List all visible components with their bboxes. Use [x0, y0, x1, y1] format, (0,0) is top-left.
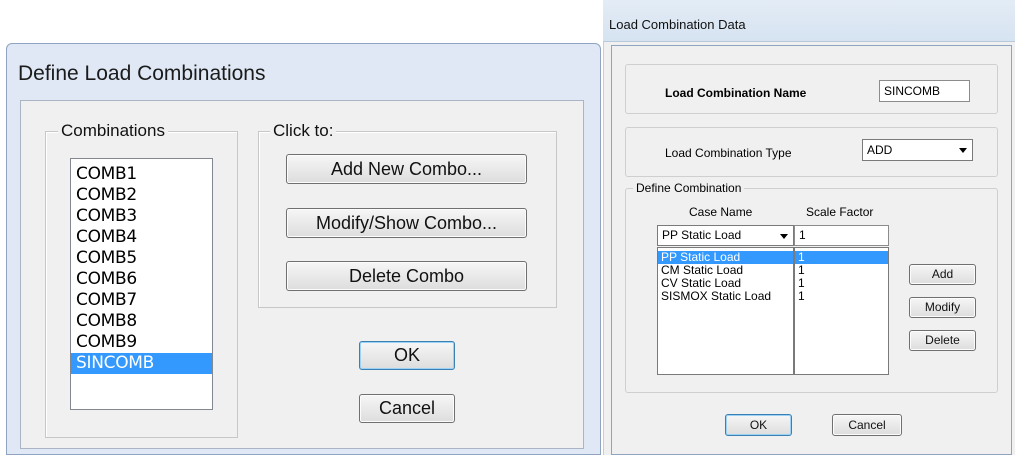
list-item[interactable]: COMB7 [71, 290, 212, 311]
list-item[interactable]: COMB9 [71, 332, 212, 353]
modify-button[interactable]: Modify [909, 297, 976, 318]
ok-button[interactable]: OK [725, 414, 792, 436]
list-item[interactable]: SISMOX Static Load [658, 290, 793, 303]
cancel-button[interactable]: Cancel [359, 394, 455, 423]
add-new-combo-button[interactable]: Add New Combo... [286, 154, 527, 184]
case-select-value: PP Static Load [662, 228, 742, 242]
list-item[interactable]: SINCOMB [71, 353, 212, 374]
scale-factor-list[interactable]: 1111 [794, 247, 889, 375]
case-name-select[interactable]: PP Static Load [657, 225, 794, 246]
list-item[interactable]: 1 [795, 251, 888, 264]
list-item[interactable]: COMB8 [71, 311, 212, 332]
add-button[interactable]: Add [909, 264, 976, 285]
list-item[interactable]: COMB3 [71, 206, 212, 227]
scale-factor-input[interactable]: 1 [794, 225, 889, 246]
list-item[interactable]: COMB6 [71, 269, 212, 290]
list-item[interactable]: COMB1 [71, 164, 212, 185]
list-item[interactable]: COMB4 [71, 227, 212, 248]
load-combination-type-label: Load Combination Type [665, 146, 792, 160]
list-item[interactable]: COMB2 [71, 185, 212, 206]
chevron-down-icon [959, 148, 967, 153]
ok-button[interactable]: OK [359, 341, 455, 370]
load-combination-name-label: Load Combination Name [665, 86, 807, 100]
delete-combo-button[interactable]: Delete Combo [286, 261, 527, 291]
chevron-down-icon [780, 234, 788, 239]
scale-factor-header: Scale Factor [806, 205, 874, 219]
case-name-list[interactable]: PP Static Load CM Static Load CV Static Lo… [657, 247, 794, 375]
list-item[interactable]: COMB5 [71, 248, 212, 269]
dialog-title: Load Combination Data [609, 17, 746, 32]
define-combination-label: Define Combination [633, 181, 745, 195]
combinations-label: Combinations [58, 121, 168, 141]
list-item[interactable]: 1 [795, 290, 888, 303]
load-combination-name-input[interactable]: SINCOMB [879, 80, 970, 102]
type-select-value: ADD [867, 143, 893, 157]
cancel-button[interactable]: Cancel [832, 414, 902, 436]
click-to-label: Click to: [270, 121, 337, 141]
delete-button[interactable]: Delete [909, 330, 976, 351]
case-name-header: Case Name [689, 205, 753, 219]
list-item[interactable]: 1 [795, 264, 888, 277]
list-item[interactable]: 1 [795, 277, 888, 290]
modify-show-combo-button[interactable]: Modify/Show Combo... [286, 208, 527, 238]
load-combination-type-select[interactable]: ADD [862, 139, 973, 161]
combinations-listbox[interactable]: COMB1 COMB2 COMB3 COMB4 COMB5 COMB6 COMB7 COMB8… [70, 158, 213, 410]
dialog-title: Define Load Combinations [18, 62, 266, 85]
